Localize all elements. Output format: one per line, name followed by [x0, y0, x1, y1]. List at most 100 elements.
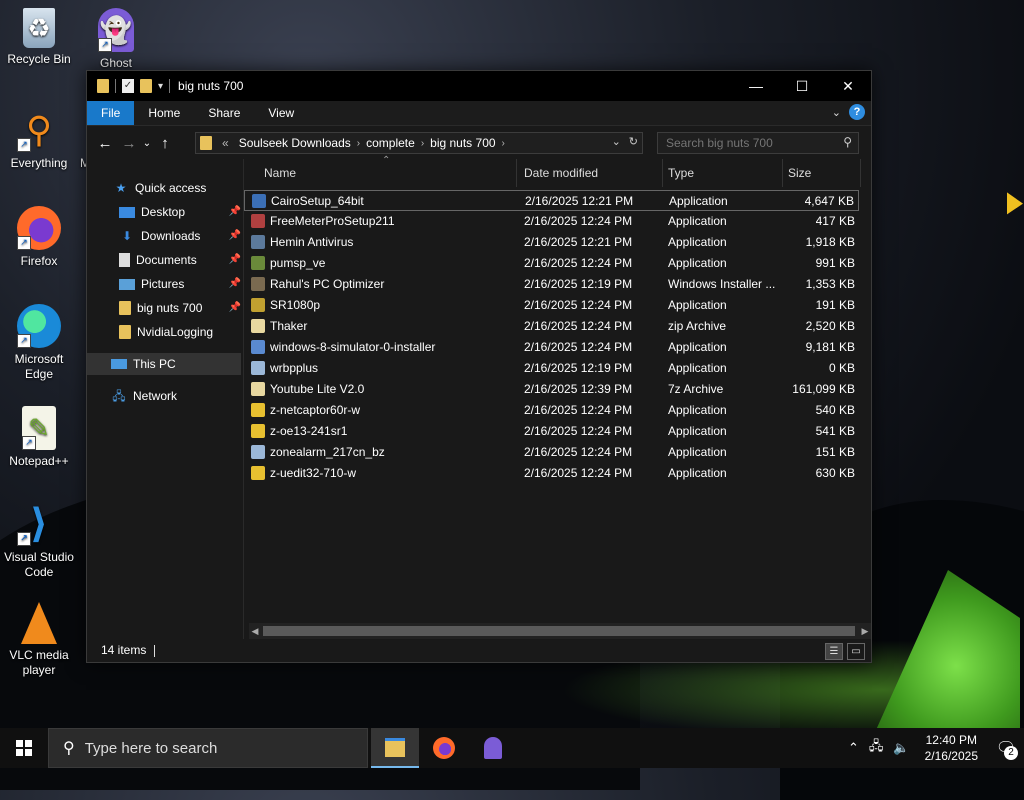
file-explorer-window[interactable]: ✓ ▾ big nuts 700 — ☐ ✕ File Home Share V… — [86, 70, 872, 663]
file-name: z-netcaptor60r-w — [270, 403, 361, 417]
column-size[interactable]: Size — [782, 159, 861, 187]
file-row[interactable]: z-uedit32-710-w 2/16/2025 12:24 PM Applica… — [244, 463, 859, 484]
address-dropdown-icon[interactable]: ⌄ — [612, 135, 621, 148]
file-row[interactable]: Rahul's PC Optimizer 2/16/2025 12:19 PM Wi… — [244, 274, 859, 295]
notification-count-badge: 2 — [1004, 746, 1018, 760]
column-date-modified[interactable]: Date modified — [518, 159, 663, 187]
file-date: 2/16/2025 12:24 PM — [524, 466, 633, 480]
maximize-button[interactable]: ☐ — [779, 71, 825, 101]
network-icon: 🖧 — [112, 389, 126, 403]
notification-center-button[interactable]: 🗨 2 — [988, 728, 1024, 768]
file-size: 417 KB — [815, 214, 855, 228]
firefox-icon: ↗ — [17, 206, 61, 250]
desktop-icon-recycle-bin[interactable]: ♻ Recycle Bin — [1, 8, 77, 67]
file-date: 2/16/2025 12:24 PM — [524, 256, 633, 270]
details-view-icon[interactable]: ☰ — [825, 643, 843, 660]
file-size: 4,647 KB — [804, 194, 854, 208]
address-bar[interactable]: « Soulseek Downloads › complete › big nu… — [195, 132, 643, 154]
file-size: 541 KB — [815, 424, 855, 438]
file-size: 9,181 KB — [805, 340, 855, 354]
pin-icon: 📌 — [228, 254, 241, 265]
nav-big-nuts-700[interactable]: big nuts 700 📌 — [119, 297, 241, 319]
properties-icon[interactable]: ✓ — [122, 79, 134, 93]
file-row[interactable]: wrbpplus 2/16/2025 12:19 PM Application 0 K… — [244, 358, 859, 379]
nav-desktop[interactable]: Desktop 📌 — [119, 201, 241, 223]
file-type-icon — [251, 466, 265, 480]
desktop-icon-vlc[interactable]: VLC media player — [1, 602, 77, 678]
desktop-icon-notepadpp[interactable]: ✎ ↗ Notepad++ — [1, 406, 77, 469]
scroll-thumb[interactable] — [263, 626, 855, 636]
nav-documents[interactable]: Documents 📌 — [119, 249, 241, 271]
nav-nvidialogging[interactable]: NvidiaLogging — [119, 321, 241, 343]
forward-arrow-icon[interactable]: → — [117, 135, 141, 152]
file-row[interactable]: FreeMeterProSetup211 2/16/2025 12:24 PM Ap… — [244, 211, 859, 232]
tab-home[interactable]: Home — [134, 101, 194, 125]
file-row[interactable]: Thaker 2/16/2025 12:24 PM zip Archive 2,520… — [244, 316, 859, 337]
address-row: ← → ⌄ ↑ « Soulseek Downloads › complete … — [87, 126, 871, 160]
file-row[interactable]: pumsp_ve 2/16/2025 12:24 PM Application 991… — [244, 253, 859, 274]
taskbar-file-explorer[interactable] — [371, 728, 419, 768]
up-arrow-icon[interactable]: ↑ — [153, 135, 177, 152]
file-row[interactable]: z-netcaptor60r-w 2/16/2025 12:24 PM Applic… — [244, 400, 859, 421]
large-icons-view-icon[interactable]: ▭ — [847, 643, 865, 660]
desktop-icon-firefox[interactable]: ↗ Firefox — [1, 206, 77, 269]
customize-toolbar-icon[interactable]: ▾ — [158, 81, 163, 92]
clock[interactable]: 12:40 PM 2/16/2025 — [925, 732, 978, 764]
file-row[interactable]: CairoSetup_64bit 2/16/2025 12:21 PM Applic… — [244, 190, 859, 211]
recent-locations-icon[interactable]: ⌄ — [141, 138, 153, 149]
refresh-icon[interactable]: ↻ — [629, 135, 638, 148]
network-icon[interactable]: 🖧 — [869, 737, 884, 759]
close-button[interactable]: ✕ — [825, 71, 871, 101]
taskbar-search[interactable]: ⚲ Type here to search — [48, 728, 368, 768]
desktop-icon-ghost[interactable]: 👻 ↗ Ghost — [78, 8, 154, 71]
new-folder-icon[interactable] — [140, 79, 152, 93]
horizontal-scrollbar[interactable]: ◀ ▶ — [249, 623, 871, 639]
title-bar[interactable]: ✓ ▾ big nuts 700 — ☐ ✕ — [87, 71, 871, 101]
chevron-up-icon[interactable]: ⌃ — [848, 740, 859, 756]
folder-icon — [119, 301, 131, 315]
file-size: 1,918 KB — [805, 235, 855, 249]
desktop-icon-edge[interactable]: ↗ Microsoft Edge — [1, 304, 77, 382]
taskbar-firefox[interactable] — [420, 728, 468, 768]
scroll-right-icon[interactable]: ▶ — [859, 623, 871, 639]
file-row[interactable]: SR1080p 2/16/2025 12:24 PM Application 191 … — [244, 295, 859, 316]
ghost-icon — [484, 737, 502, 759]
file-date: 2/16/2025 12:24 PM — [524, 214, 633, 228]
column-name[interactable]: Name — [258, 159, 517, 187]
back-arrow-icon[interactable]: ← — [93, 135, 117, 152]
breadcrumb-soulseek-downloads[interactable]: Soulseek Downloads — [233, 136, 357, 150]
start-button[interactable] — [0, 728, 48, 768]
star-icon: ★ — [115, 181, 127, 195]
file-row[interactable]: z-oe13-241sr1 2/16/2025 12:24 PM Applicati… — [244, 421, 859, 442]
breadcrumb-complete[interactable]: complete — [360, 136, 421, 150]
help-icon[interactable]: ? — [849, 104, 865, 120]
nav-downloads[interactable]: ⬇ Downloads 📌 — [119, 225, 241, 247]
nav-network[interactable]: 🖧 Network — [111, 385, 177, 407]
file-row[interactable]: Youtube Lite V2.0 2/16/2025 12:39 PM 7z Ar… — [244, 379, 859, 400]
file-row[interactable]: Hemin Antivirus 2/16/2025 12:21 PM Applica… — [244, 232, 859, 253]
nav-this-pc[interactable]: This PC — [87, 353, 241, 375]
nav-pictures[interactable]: Pictures 📌 — [119, 273, 241, 295]
expand-ribbon-icon[interactable]: ⌄ — [832, 106, 841, 119]
desktop-icon-vscode[interactable]: ⟩ ↗ Visual Studio Code — [1, 502, 77, 580]
search-input[interactable] — [658, 135, 838, 151]
file-row[interactable]: windows-8-simulator-0-installer 2/16/2025… — [244, 337, 859, 358]
scroll-left-icon[interactable]: ◀ — [249, 623, 261, 639]
file-list: ⌃ Name Date modified Type Size CairoSetu… — [244, 155, 871, 639]
volume-muted-icon[interactable]: 🔈 — [893, 740, 909, 756]
taskbar-ghost[interactable] — [469, 728, 517, 768]
breadcrumb-big-nuts-700[interactable]: big nuts 700 — [424, 136, 501, 150]
nav-quick-access[interactable]: ★ Quick access — [113, 177, 207, 199]
chevron-right-icon[interactable]: › — [502, 138, 505, 149]
tab-view[interactable]: View — [254, 101, 308, 125]
search-box[interactable]: ⚲ — [657, 132, 859, 154]
file-type: Application — [668, 361, 727, 375]
file-type-icon — [251, 256, 265, 270]
minimize-button[interactable]: — — [733, 71, 779, 101]
file-row[interactable]: zonealarm_217cn_bz 2/16/2025 12:24 PM Appl… — [244, 442, 859, 463]
column-type[interactable]: Type — [662, 159, 783, 187]
tab-share[interactable]: Share — [194, 101, 254, 125]
tab-file[interactable]: File — [87, 101, 135, 125]
pin-icon: 📌 — [228, 278, 241, 289]
desktop-icon-partial[interactable]: M — [58, 108, 88, 171]
